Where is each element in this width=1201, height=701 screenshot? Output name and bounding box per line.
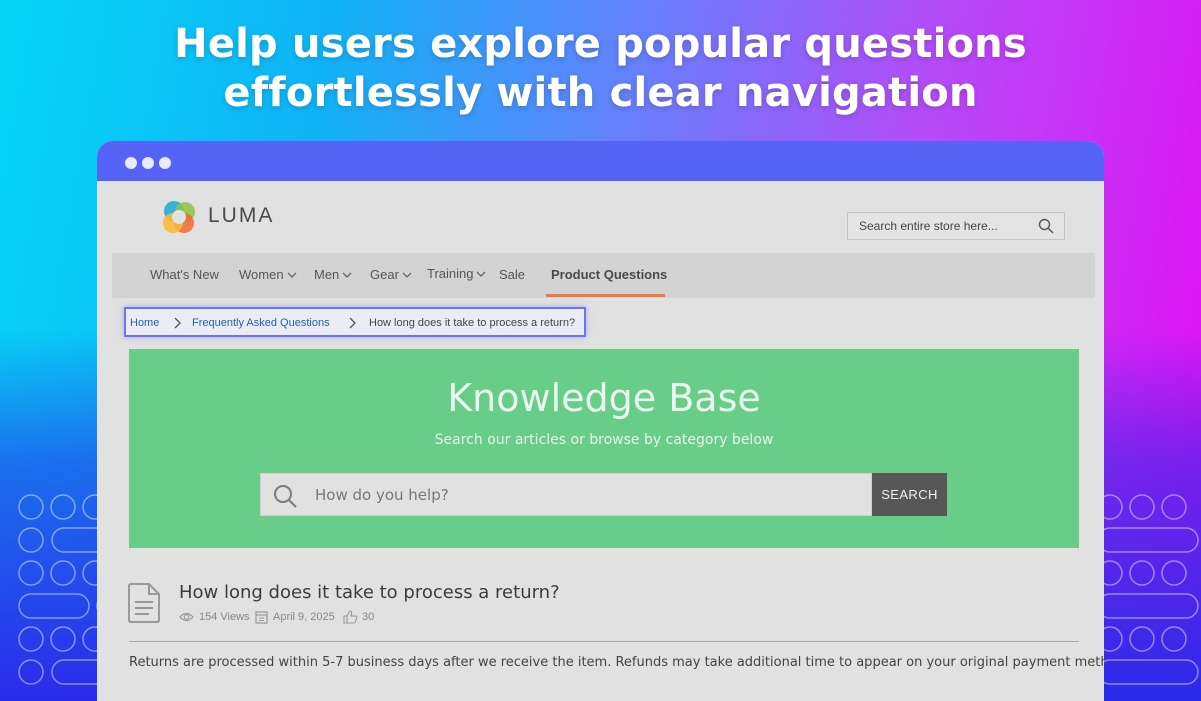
- window-titlebar: [97, 141, 1104, 181]
- hero-title: Knowledge Base: [447, 376, 761, 420]
- document-icon: [128, 583, 160, 623]
- chevron-down-icon: [402, 272, 412, 278]
- article-likes: 30: [362, 611, 375, 623]
- chevron-right-icon: [349, 317, 356, 329]
- decorative-pattern-right: [1097, 494, 1199, 685]
- kb-search-input[interactable]: How do you help?: [260, 473, 872, 516]
- nav-item-gear[interactable]: Gear: [370, 267, 412, 282]
- store-search-input[interactable]: Search entire store here...: [847, 212, 1065, 240]
- nav-item-whats-new[interactable]: What's New: [150, 267, 219, 282]
- knowledge-base-hero: Knowledge Base Search our articles or br…: [129, 349, 1079, 548]
- hero-subtitle: Search our articles or browse by categor…: [434, 432, 774, 448]
- chevron-down-icon: [477, 271, 486, 277]
- chevron-down-icon: [287, 272, 297, 278]
- promo-headline: Help users explore popular questions eff…: [0, 20, 1201, 118]
- article-views: 154 Views: [199, 611, 250, 623]
- search-icon[interactable]: [1038, 218, 1054, 234]
- eye-icon: [179, 612, 194, 622]
- article-divider: [129, 641, 1079, 642]
- article-title: How long does it take to process a retur…: [179, 582, 560, 603]
- store-logo-text[interactable]: LUMA: [208, 204, 274, 228]
- nav-item-training[interactable]: Training: [427, 266, 486, 281]
- article-answer: Returns are processed within 5-7 busines…: [129, 655, 1104, 670]
- nav-item-sale[interactable]: Sale: [499, 267, 525, 282]
- window-dot-icon: [125, 157, 137, 169]
- nav-active-indicator: [546, 294, 665, 297]
- thumbs-up-icon[interactable]: [343, 610, 358, 624]
- nav-item-product-questions[interactable]: Product Questions: [551, 267, 667, 282]
- kb-search-placeholder: How do you help?: [315, 486, 449, 504]
- nav-item-men[interactable]: Men: [314, 267, 352, 282]
- browser-window: LUMA Search entire store here... What's …: [97, 141, 1104, 701]
- window-dot-icon: [142, 157, 154, 169]
- chevron-down-icon: [342, 272, 352, 278]
- nav-item-women[interactable]: Women: [239, 267, 297, 282]
- calendar-icon: [255, 611, 268, 624]
- window-dot-icon: [159, 157, 171, 169]
- headline-line-1: Help users explore popular questions: [174, 21, 1027, 67]
- kb-search-button[interactable]: SEARCH: [872, 473, 947, 516]
- breadcrumb-faq-link[interactable]: Frequently Asked Questions: [192, 317, 330, 329]
- store-search-placeholder: Search entire store here...: [859, 219, 998, 233]
- breadcrumb-home-link[interactable]: Home: [130, 317, 159, 329]
- breadcrumb-current: How long does it take to process a retur…: [369, 317, 576, 329]
- kb-search-bar: How do you help? SEARCH: [260, 473, 947, 516]
- article-date: April 9, 2025: [273, 611, 335, 623]
- main-navigation: What's New Women Men Gear Training Sale …: [112, 253, 1095, 298]
- breadcrumb: Home Frequently Asked Questions How long…: [124, 307, 586, 337]
- luma-logo-icon[interactable]: [161, 199, 197, 235]
- chevron-right-icon: [174, 317, 181, 329]
- headline-line-2: effortlessly with clear navigation: [223, 70, 978, 116]
- search-icon: [274, 485, 297, 508]
